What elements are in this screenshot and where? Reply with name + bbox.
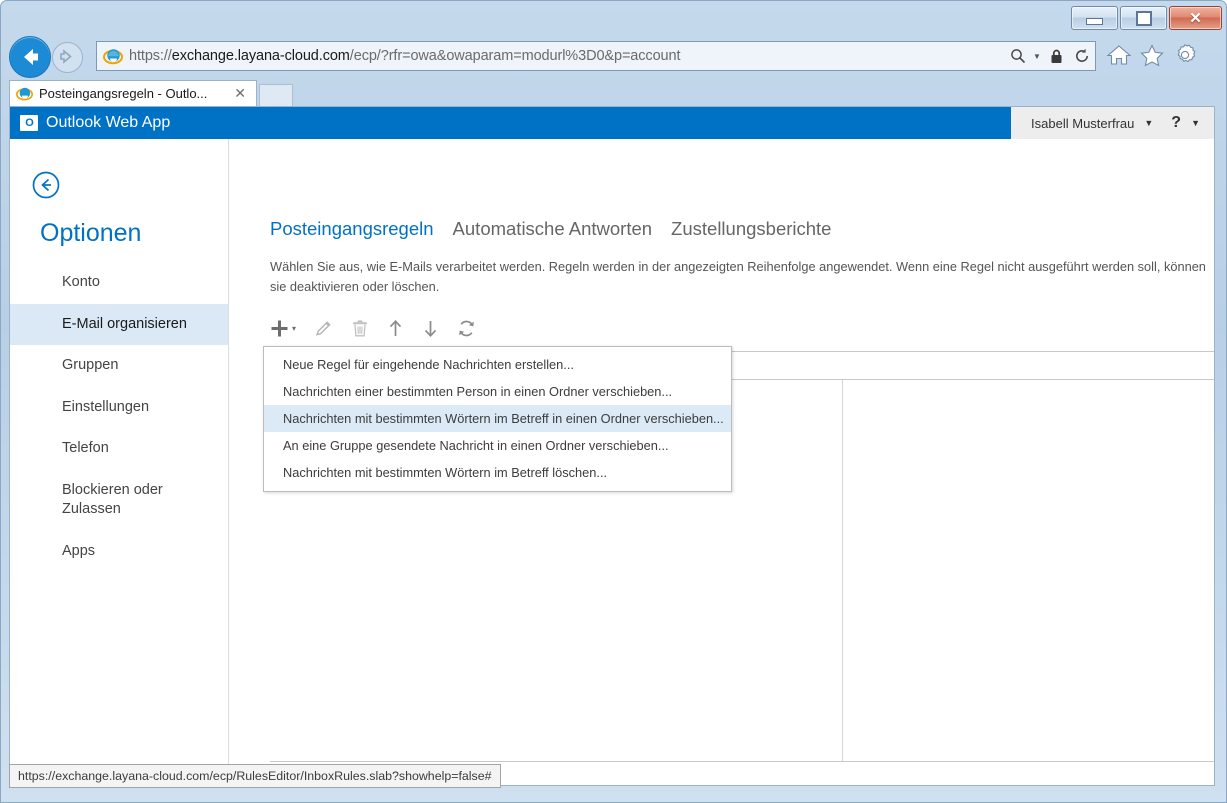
rules-grid-column-right	[843, 380, 1214, 761]
browser-tool-icons	[1106, 43, 1198, 67]
tab-title: Posteingangsregeln - Outlo...	[39, 86, 208, 101]
maximize-icon	[1135, 10, 1152, 26]
new-rule-button[interactable]: ▾	[270, 315, 296, 341]
menu-item-person-verschieben[interactable]: Nachrichten einer bestimmten Person in e…	[264, 378, 731, 405]
refresh-button[interactable]	[457, 315, 476, 341]
back-arrow-circle-icon	[32, 171, 60, 199]
help-chevron-down-icon[interactable]: ▼	[1191, 118, 1200, 128]
browser-tab[interactable]: Posteingangsregeln - Outlo... ✕	[9, 80, 257, 106]
maximize-button[interactable]	[1120, 6, 1167, 30]
status-bar: https://exchange.layana-cloud.com/ecp/Ru…	[9, 764, 501, 788]
forward-arrow-icon	[60, 49, 72, 64]
home-icon[interactable]	[1106, 43, 1132, 67]
browser-window: ✕ https://exchange.layana-cloud.com/ecp/…	[0, 0, 1227, 803]
tab-zustellungsberichte[interactable]: Zustellungsberichte	[671, 218, 831, 240]
page-title: Optionen	[40, 219, 142, 247]
status-bar-url: https://exchange.layana-cloud.com/ecp/Ru…	[18, 769, 492, 783]
gear-icon[interactable]	[1172, 43, 1198, 67]
sidebar-item-telefon[interactable]: Telefon	[10, 428, 228, 470]
refresh-icon	[459, 320, 474, 336]
arrow-down-icon	[424, 320, 437, 337]
menu-item-neue-regel[interactable]: Neue Regel für eingehende Nachrichten er…	[264, 351, 731, 378]
chevron-down-icon[interactable]: ▾	[292, 324, 296, 333]
owa-logo: O Outlook Web App	[20, 114, 170, 132]
forward-button[interactable]	[52, 42, 83, 73]
star-icon[interactable]	[1139, 43, 1165, 67]
menu-item-woerter-betreff-verschieben[interactable]: Nachrichten mit bestimmten Wörtern im Be…	[264, 405, 731, 432]
user-name[interactable]: Isabell Musterfrau	[1031, 116, 1134, 131]
arrow-up-icon	[389, 319, 402, 336]
back-button[interactable]	[9, 36, 51, 78]
url-text: https://exchange.layana-cloud.com/ecp/?r…	[129, 48, 681, 64]
internet-explorer-icon	[16, 87, 33, 101]
menu-item-gruppe-verschieben[interactable]: An eine Gruppe gesendete Nachricht in ei…	[264, 432, 731, 459]
minimize-icon	[1086, 18, 1103, 25]
owa-header-bar: O Outlook Web App Isabell Musterfrau ▼ ?…	[10, 107, 1214, 139]
tab-automatische-antworten[interactable]: Automatische Antworten	[453, 218, 653, 240]
delete-button[interactable]	[351, 315, 369, 341]
new-tab-button[interactable]	[259, 84, 293, 106]
tab-close-icon[interactable]: ✕	[230, 85, 250, 102]
move-up-button[interactable]	[387, 315, 404, 341]
refresh-icon[interactable]	[1069, 42, 1095, 70]
tab-posteingangsregeln[interactable]: Posteingangsregeln	[270, 218, 434, 240]
rules-toolbar: ▾	[270, 315, 476, 341]
chevron-down-icon[interactable]: ▼	[1031, 52, 1043, 61]
close-button[interactable]: ✕	[1169, 6, 1222, 30]
app-title: Outlook Web App	[46, 114, 171, 131]
chevron-down-icon[interactable]: ▼	[1144, 118, 1153, 128]
browser-navigation-bar: https://exchange.layana-cloud.com/ecp/?r…	[1, 33, 1226, 78]
sidebar-item-blockieren-oder-zulassen[interactable]: Blockieren oder Zulassen	[10, 470, 182, 531]
minimize-button[interactable]	[1071, 6, 1118, 30]
sidebar-item-apps[interactable]: Apps	[10, 531, 228, 573]
close-icon: ✕	[1189, 9, 1202, 27]
help-button[interactable]: ?	[1171, 114, 1181, 132]
window-controls: ✕	[1071, 6, 1222, 30]
rules-grid-footer-divider	[270, 761, 1214, 762]
sidebar-item-einstellungen[interactable]: Einstellungen	[10, 387, 228, 429]
sidebar-item-email-organisieren[interactable]: E-Mail organisieren	[10, 303, 228, 346]
move-down-button[interactable]	[422, 315, 439, 341]
back-arrow-icon	[24, 49, 38, 65]
pencil-icon	[315, 320, 331, 336]
window-titlebar: ✕	[1, 1, 1226, 33]
content-tabs: Posteingangsregeln Automatische Antworte…	[270, 218, 831, 240]
menu-item-woerter-betreff-loeschen[interactable]: Nachrichten mit bestimmten Wörtern im Be…	[264, 459, 731, 486]
sidebar-item-gruppen[interactable]: Gruppen	[10, 345, 228, 387]
description-text: Wählen Sie aus, wie E-Mails verarbeitet …	[270, 259, 1206, 294]
options-sidebar: Optionen Konto E-Mail organisieren Grupp…	[10, 139, 229, 785]
outlook-logo-icon: O	[20, 115, 38, 131]
new-rule-dropdown-menu: Neue Regel für eingehende Nachrichten er…	[263, 346, 732, 492]
plus-icon	[271, 320, 288, 336]
owa-header-right: Isabell Musterfrau ▼ ? ▼	[1011, 107, 1214, 139]
trash-icon	[353, 319, 367, 336]
tab-strip: Posteingangsregeln - Outlo... ✕	[1, 78, 1226, 106]
lock-icon	[1043, 42, 1069, 70]
sidebar-item-konto[interactable]: Konto	[10, 262, 228, 304]
internet-explorer-icon	[103, 49, 123, 65]
address-bar[interactable]: https://exchange.layana-cloud.com/ecp/?r…	[96, 41, 1096, 71]
sidebar-item-list: Konto E-Mail organisieren Gruppen Einste…	[10, 262, 228, 573]
search-icon[interactable]	[1005, 42, 1031, 70]
edit-button[interactable]	[314, 315, 333, 341]
sidebar-back-button[interactable]	[32, 171, 60, 199]
